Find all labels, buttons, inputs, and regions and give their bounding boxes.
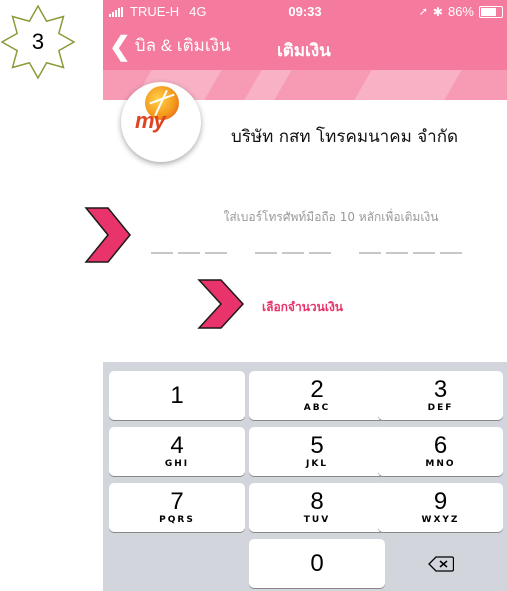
digit-slot[interactable] (151, 252, 173, 254)
digit-slot[interactable] (413, 252, 435, 254)
battery-icon (479, 5, 503, 18)
key-letters: GHI (164, 459, 190, 469)
key-letters: MNO (425, 459, 456, 469)
key-digit: 6 (433, 432, 448, 459)
arrow-pointer-icon (197, 279, 245, 329)
step-badge: 3 (0, 4, 76, 80)
bluetooth-icon: ✱ (432, 4, 443, 19)
back-button[interactable]: ❮ บิล & เติมเงิน (109, 32, 231, 59)
key-letters: WXYZ (421, 515, 460, 525)
key-digit: 8 (310, 488, 324, 515)
key-3[interactable]: 3 DEF (378, 371, 503, 420)
key-letters: JKL (305, 459, 329, 469)
digit-slot[interactable] (440, 252, 462, 254)
key-letters: TUV (303, 515, 331, 525)
battery-percent: 86% (447, 4, 474, 19)
key-7[interactable]: 7 PQRS (109, 483, 245, 532)
numeric-keypad: 1 2 ABC 3 DEF 4 GHI 5 JKL 6 MNO 7 PQRS 8… (103, 362, 507, 591)
key-2[interactable]: 2 ABC (249, 371, 385, 420)
status-right: ➚ ✱ 86% (419, 4, 503, 19)
key-digit: 9 (433, 488, 448, 515)
digit-slot[interactable] (255, 252, 277, 254)
arrow-pointer-icon (84, 207, 131, 263)
key-digit: 3 (433, 376, 448, 403)
digit-slot[interactable] (282, 252, 304, 254)
company-name: บริษัท กสท โทรคมนาคม จำกัด (231, 127, 459, 147)
digit-slot[interactable] (309, 252, 331, 254)
back-label: บิล & เติมเงิน (134, 36, 231, 55)
key-digit: 7 (170, 488, 184, 515)
key-digit: 0 (310, 550, 324, 577)
delete-key[interactable] (378, 539, 503, 588)
step-number: 3 (31, 29, 45, 54)
logo-text: my (135, 108, 166, 133)
key-9[interactable]: 9 WXYZ (378, 483, 503, 532)
digit-slot[interactable] (386, 252, 408, 254)
key-digit: 1 (170, 382, 184, 409)
page-title: เติมเงิน (277, 41, 331, 60)
status-bar: TRUE-H 4G 09:33 ➚ ✱ 86% (103, 0, 507, 24)
nav-bar: ❮ บิล & เติมเงิน เติมเงิน (103, 24, 507, 70)
chevron-left-icon: ❮ (109, 30, 131, 61)
key-digit: 2 (310, 376, 324, 403)
digit-slot[interactable] (178, 252, 200, 254)
digit-slot[interactable] (359, 252, 381, 254)
key-4[interactable]: 4 GHI (109, 427, 245, 476)
backspace-icon (428, 556, 454, 572)
key-1[interactable]: 1 (109, 371, 245, 420)
key-digit: 5 (310, 432, 324, 459)
my-logo: my (121, 82, 201, 162)
key-letters: ABC (303, 403, 331, 413)
key-letters: PQRS (159, 515, 195, 525)
location-icon: ➚ (418, 6, 428, 18)
key-letters: DEF (427, 403, 454, 413)
key-digit: 4 (170, 432, 184, 459)
digit-slot[interactable] (205, 252, 227, 254)
key-5[interactable]: 5 JKL (249, 427, 385, 476)
phone-prompt: ใส่เบอร์โทรศัพท์มือถือ 10 หลักเพื่อเติมเ… (223, 210, 439, 224)
key-0[interactable]: 0 (249, 539, 385, 588)
select-amount-link[interactable]: เลือกจำนวนเงิน (262, 298, 343, 317)
phone-screen: TRUE-H 4G 09:33 ➚ ✱ 86% ❮ บิล & เติมเงิน… (103, 0, 507, 591)
key-6[interactable]: 6 MNO (378, 427, 503, 476)
key-8[interactable]: 8 TUV (249, 483, 385, 532)
